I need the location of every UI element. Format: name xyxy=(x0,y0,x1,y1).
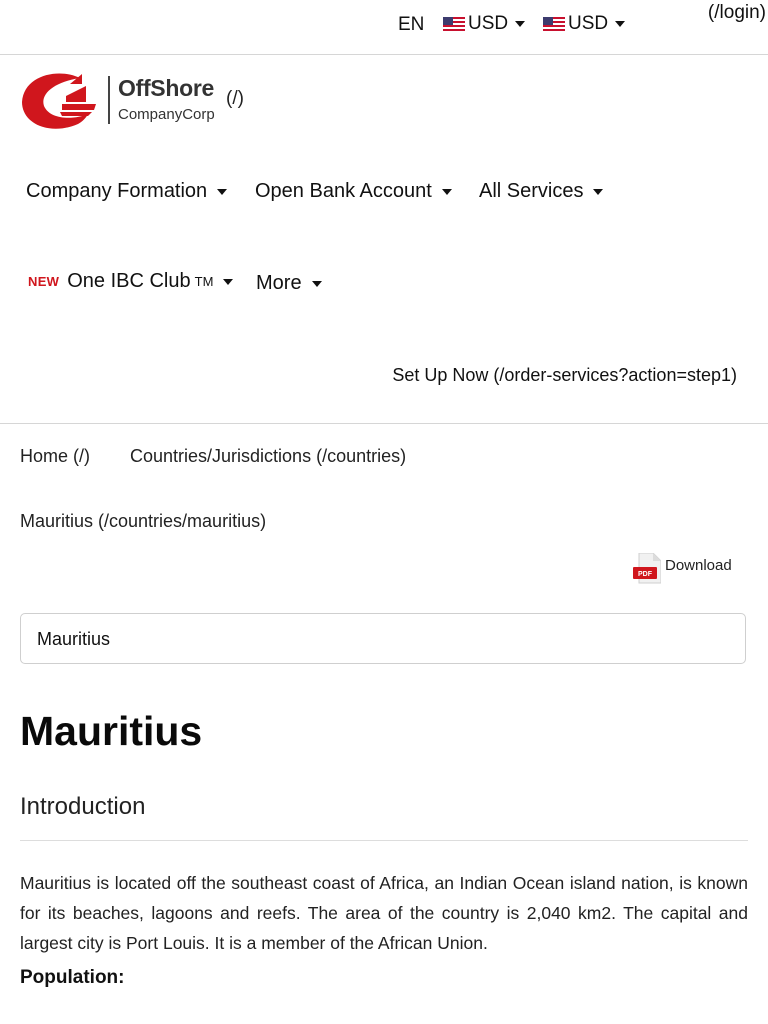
pdf-icon-text: PDF xyxy=(638,571,653,578)
nav-more[interactable]: More xyxy=(256,272,322,295)
chevron-down-icon xyxy=(223,278,234,285)
population-heading: Population: xyxy=(20,967,125,988)
section-title: Introduction xyxy=(20,793,146,820)
trademark-sup: TM xyxy=(194,274,214,289)
nav-label: All Services xyxy=(479,180,584,202)
country-select-value: Mauritius xyxy=(37,629,111,649)
chevron-down-icon xyxy=(593,188,604,195)
pdf-icon: PDF xyxy=(633,553,661,584)
download-pdf-button[interactable]: PDF Download xyxy=(633,553,732,585)
breadcrumb-home[interactable]: Home (/) xyxy=(20,446,90,467)
new-badge: NEW xyxy=(28,274,60,289)
chevron-down-icon xyxy=(441,188,452,195)
header-divider xyxy=(0,423,768,424)
logo-link[interactable]: (/) xyxy=(226,88,244,110)
offshore-logo-icon[interactable] xyxy=(20,70,102,132)
nav-label: Open Bank Account xyxy=(255,180,432,202)
nav-label: One IBC Club xyxy=(67,270,191,292)
currency-selector-2[interactable]: USD xyxy=(543,13,626,35)
nav-all-services[interactable]: All Services xyxy=(479,180,604,203)
currency-label-2: USD xyxy=(568,13,609,34)
us-flag-icon xyxy=(443,17,465,31)
chevron-down-icon xyxy=(311,280,322,287)
currency-label-1: USD xyxy=(468,13,509,34)
language-selector[interactable]: EN xyxy=(398,14,424,36)
top-bar xyxy=(0,0,768,55)
us-flag-icon xyxy=(543,17,565,31)
nav-one-ibc-club[interactable]: NEW One IBC Club TM xyxy=(28,270,234,293)
chevron-down-icon xyxy=(515,21,526,27)
download-label: Download xyxy=(665,556,732,574)
currency-selector-1[interactable]: USD xyxy=(443,13,526,35)
country-select[interactable]: Mauritius xyxy=(20,613,746,664)
set-up-now-link[interactable]: Set Up Now (/order-services?action=step1… xyxy=(392,365,737,386)
logo-divider xyxy=(108,76,110,124)
logo-name: OffShore xyxy=(118,75,214,101)
logo-subname: CompanyCorp xyxy=(118,106,215,123)
breadcrumb-current[interactable]: Mauritius (/countries/mauritius) xyxy=(20,511,266,532)
chevron-down-icon xyxy=(217,188,228,195)
section-divider xyxy=(20,840,748,841)
breadcrumb-countries[interactable]: Countries/Jurisdictions (/countries) xyxy=(130,446,406,467)
intro-paragraph: Mauritius is located off the southeast c… xyxy=(20,873,748,953)
page-title: Mauritius xyxy=(20,708,203,754)
chevron-down-icon xyxy=(615,21,626,27)
login-link[interactable]: (/login) xyxy=(708,2,766,24)
nav-label: More xyxy=(256,272,302,294)
nav-open-bank-account[interactable]: Open Bank Account xyxy=(255,180,452,203)
nav-label: Company Formation xyxy=(26,180,208,202)
nav-company-formation[interactable]: Company Formation xyxy=(26,180,228,203)
